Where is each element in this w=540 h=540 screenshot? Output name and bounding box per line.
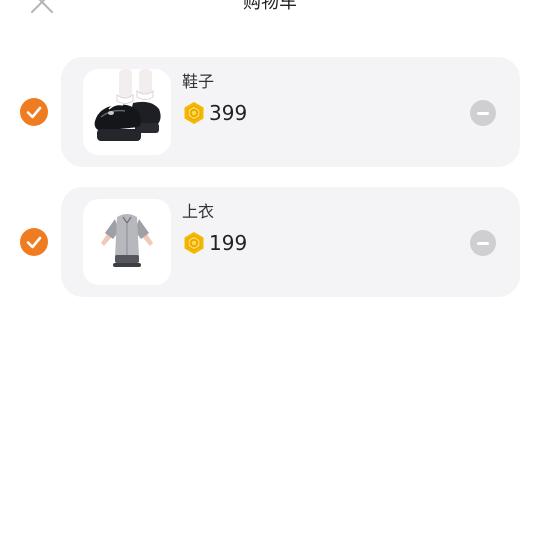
header: 购物车 [0, 0, 540, 20]
remove-item-button[interactable] [470, 100, 496, 126]
select-checkbox[interactable] [20, 98, 48, 126]
shirt-icon [101, 214, 153, 267]
shoes-icon [94, 69, 161, 141]
page-title: 购物车 [243, 0, 297, 13]
check-icon [26, 106, 42, 119]
item-price: 399 [209, 101, 248, 125]
item-card[interactable]: 鞋子 399 [61, 57, 520, 167]
coin-icon [184, 232, 204, 254]
item-image [83, 69, 171, 155]
cart-item: 上衣 199 [0, 187, 540, 297]
cart-page: 购物车 鞋子 399 上衣 199 [0, 0, 540, 540]
remove-item-button[interactable] [470, 230, 496, 256]
item-image [83, 199, 171, 285]
item-name: 鞋子 [182, 72, 215, 91]
item-card[interactable]: 上衣 199 [61, 187, 520, 297]
cart-item: 鞋子 399 [0, 57, 540, 167]
item-name: 上衣 [182, 202, 215, 221]
item-price: 199 [209, 231, 248, 255]
coin-icon [184, 102, 204, 124]
check-icon [26, 236, 42, 249]
select-checkbox[interactable] [20, 228, 48, 256]
